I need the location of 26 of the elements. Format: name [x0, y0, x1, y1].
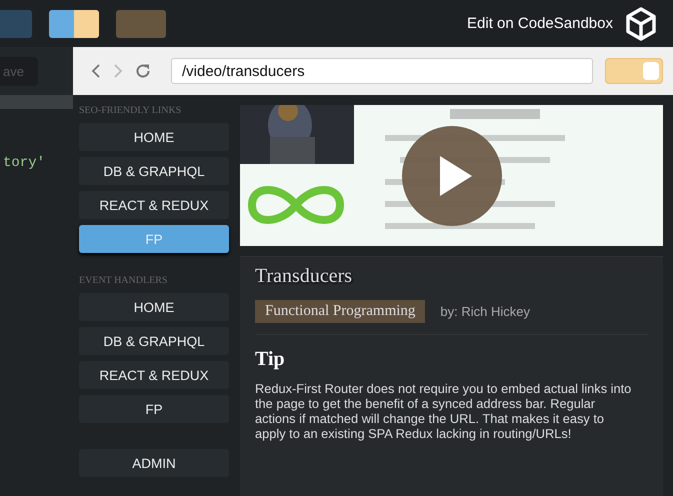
theme-swatch[interactable] — [74, 10, 99, 38]
section-heading: SEO-FRIENDLY LINKS — [79, 105, 182, 116]
theme-swatch[interactable] — [116, 10, 166, 38]
code-text: tory' — [3, 155, 46, 171]
nav-button[interactable]: DB & GRAPHQL — [79, 327, 229, 355]
back-icon[interactable] — [91, 64, 101, 78]
nav-button[interactable]: DB & GRAPHQL — [79, 157, 229, 185]
nav-button[interactable]: REACT & REDUX — [79, 361, 229, 389]
tip-text: Redux-First Router does not require you to embed actual links into the page to get the benefit of a synced address bar. Regular actions if matched will change the URL. That makes it easy to apply to an existing SPA Redux lacking in routing/URLs! — [255, 381, 632, 441]
section-heading: EVENT HANDLERS — [79, 275, 168, 286]
reload-icon[interactable] — [135, 63, 151, 79]
admin-button[interactable]: ADMIN — [79, 449, 229, 477]
theme-swatch[interactable] — [49, 10, 74, 38]
video-title: Transducers — [255, 265, 354, 288]
category-tag: Functional Programming — [255, 300, 426, 323]
nav-button[interactable]: REACT & REDUX — [79, 191, 229, 219]
edit-link[interactable]: Edit on CodeSandbox — [467, 15, 613, 32]
tip-heading: Tip — [255, 348, 286, 371]
cube-logo-icon[interactable] — [625, 6, 657, 40]
toggle-switch[interactable] — [605, 58, 663, 84]
nav-button[interactable]: HOME — [79, 123, 229, 151]
play-button[interactable] — [402, 126, 502, 226]
address-field[interactable]: /video/transducers — [171, 58, 593, 84]
nav-button[interactable]: FP — [79, 395, 229, 423]
author-text: by: Rich Hickey — [440, 304, 530, 319]
nav-button[interactable]: HOME — [79, 293, 229, 321]
